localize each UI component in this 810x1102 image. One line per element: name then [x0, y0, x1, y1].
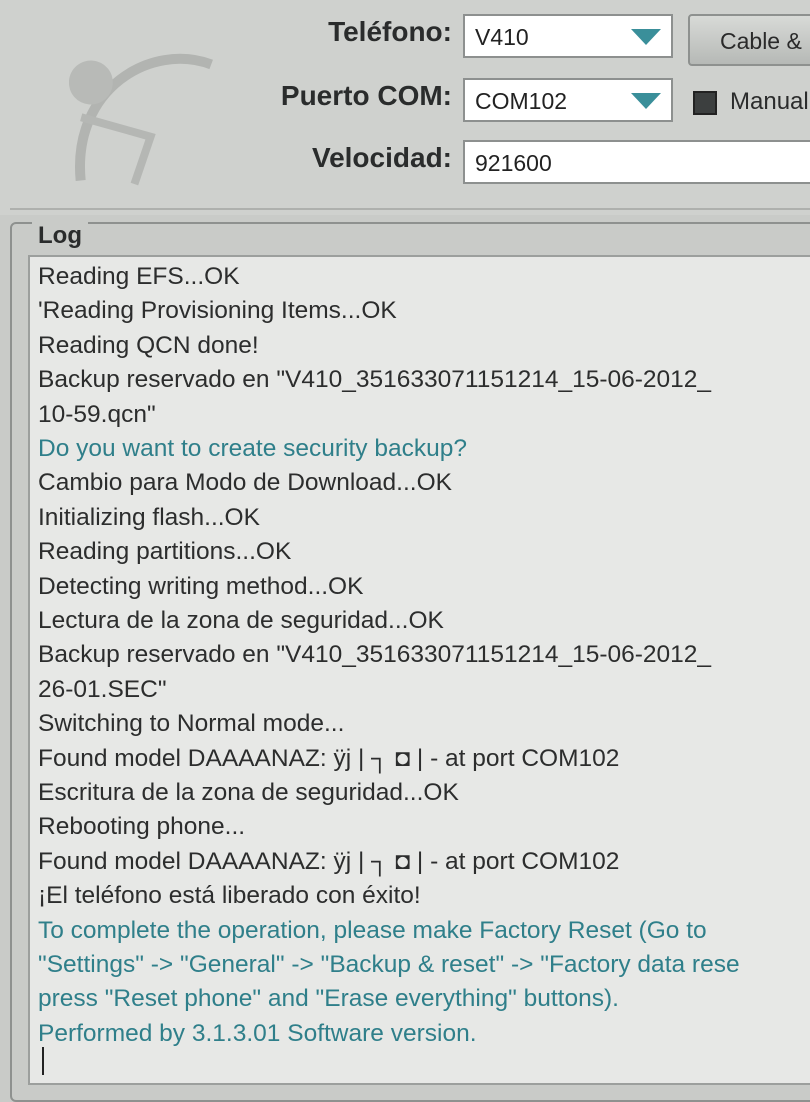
- log-line: Backup reservado en "V410_35163307115121…: [38, 641, 712, 669]
- velocidad-value: 921600: [475, 150, 552, 176]
- header-divider: [10, 208, 810, 210]
- log-line: Reading QCN done!: [38, 331, 259, 359]
- log-line: Escritura de la zona de seguridad...OK: [38, 779, 459, 806]
- log-line: press "Reset phone" and "Erase everythin…: [38, 985, 619, 1013]
- chevron-down-icon[interactable]: [631, 93, 661, 109]
- log-line: Initializing flash...OK: [38, 503, 260, 531]
- telefono-label: Teléfono:: [328, 16, 452, 47]
- puerto-com-value: COM102: [475, 88, 568, 114]
- log-line: ¡El teléfono está liberado con éxito!: [38, 882, 421, 910]
- log-line: Found model DAAAANAZ: ÿj | ┐ ◘ | - at po…: [38, 847, 620, 875]
- log-line: Detecting writing method...OK: [38, 572, 364, 600]
- log-line: Reading EFS...OK: [38, 263, 240, 290]
- log-line: Backup reservado en "V410_35163307115121…: [38, 366, 712, 394]
- log-line: Cambio para Modo de Download...OK: [38, 469, 452, 497]
- log-textarea[interactable]: Reading EFS...OK 'Reading Provisioning It…: [28, 255, 810, 1085]
- log-line: Performed by 3.1.3.01 Software version.: [38, 1019, 477, 1047]
- text-caret: [42, 1047, 44, 1075]
- log-line: Do you want to create security backup?: [38, 435, 467, 462]
- puerto-com-select[interactable]: COM102: [463, 78, 673, 122]
- manual-checkbox-label: Manual: [730, 88, 809, 115]
- telefono-select[interactable]: V410: [463, 14, 673, 58]
- log-line: "Settings" -> "General" -> "Backup & res…: [38, 951, 740, 978]
- log-line: Switching to Normal mode...: [38, 710, 345, 738]
- velocidad-label: Velocidad:: [311, 142, 452, 173]
- log-line: Reading partitions...OK: [38, 538, 292, 566]
- log-line: Rebooting phone...: [38, 813, 246, 841]
- velocidad-field[interactable]: 921600: [463, 140, 810, 184]
- top-panel: Teléfono: V410 Puerto COM: COM102 Veloci…: [0, 0, 810, 215]
- log-line: 26-01.SEC": [38, 675, 167, 703]
- log-line: 'Reading Provisioning Items...OK: [38, 297, 397, 325]
- log-line: Found model DAAAANAZ: ÿj | ┐ ◘ | - at po…: [38, 744, 620, 772]
- log-line: To complete the operation, please make F…: [38, 916, 707, 944]
- log-line: Lectura de la zona de seguridad...OK: [38, 607, 444, 634]
- puerto-com-label: Puerto COM:: [280, 80, 452, 111]
- telefono-value: V410: [475, 24, 529, 50]
- chevron-down-icon[interactable]: [631, 29, 661, 45]
- log-line: 10-59.qcn": [38, 400, 156, 428]
- cable-button[interactable]: Cable &: [688, 14, 810, 66]
- log-group-title: Log: [32, 222, 88, 250]
- manual-checkbox[interactable]: [693, 91, 717, 115]
